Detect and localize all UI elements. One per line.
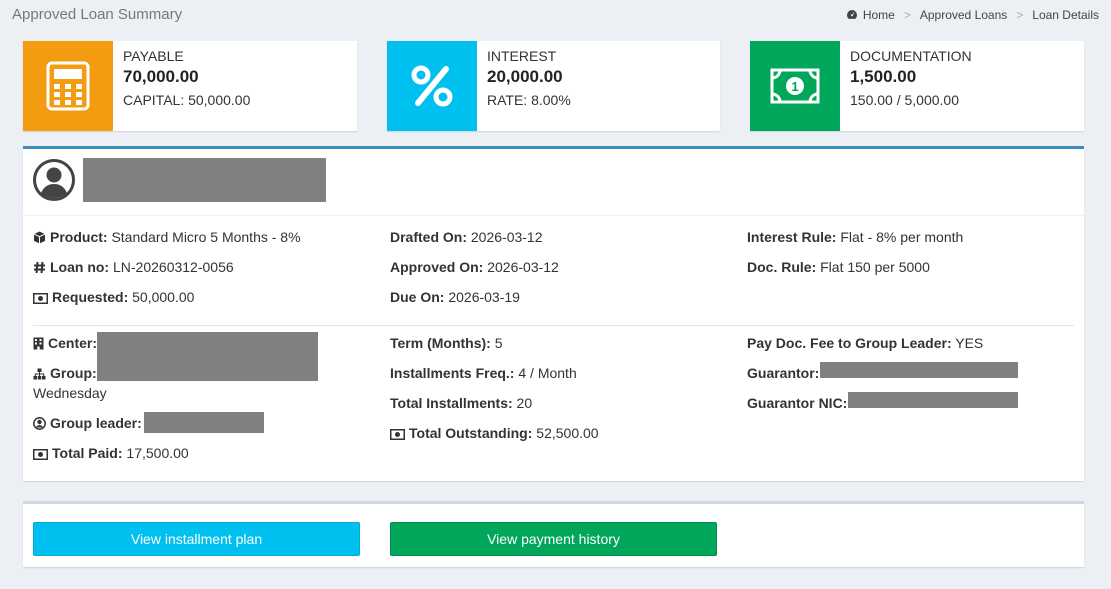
breadcrumb-separator: > <box>1016 8 1024 22</box>
building-icon <box>33 337 44 350</box>
pay-doc-fee-field: Pay Doc. Fee to Group Leader: YES <box>747 334 983 352</box>
doc-rule-value: Flat 150 per 5000 <box>820 259 930 275</box>
approved-label: Approved On: <box>390 259 484 275</box>
drafted-field: Drafted On: 2026-03-12 <box>390 228 543 246</box>
breadcrumb-home[interactable]: Home <box>846 8 895 22</box>
loan-no-label: Loan no: <box>50 259 110 275</box>
money-bill-icon: 1 <box>750 41 840 131</box>
interest-value: 20,000.00 <box>487 67 563 86</box>
group-leader-field: Group leader: <box>33 414 142 432</box>
interest-label: INTEREST <box>487 48 557 64</box>
due-field: Due On: 2026-03-19 <box>390 288 520 306</box>
total-installments-label: Total Installments: <box>390 395 513 411</box>
product-value: Standard Micro 5 Months - 8% <box>111 229 301 245</box>
interest-box: INTEREST 20,000.00 RATE: 8.00% <box>387 41 720 131</box>
group-field: Group: <box>33 364 97 382</box>
page-title: Approved Loan Summary <box>12 6 183 23</box>
guarantor-nic-redacted <box>848 392 1018 408</box>
sitemap-icon <box>33 368 46 380</box>
doc-rule-label: Doc. Rule: <box>747 259 817 275</box>
payable-label: PAYABLE <box>123 48 184 64</box>
loan-details-panel: Product: Standard Micro 5 Months - 8% Lo… <box>23 146 1084 481</box>
group-day: Wednesday <box>33 385 107 401</box>
money-bill-icon <box>390 429 405 440</box>
installments-freq-value: 4 / Month <box>518 365 577 381</box>
due-value: 2026-03-19 <box>448 289 520 305</box>
term-value: 5 <box>494 335 503 351</box>
documentation-label: DOCUMENTATION <box>850 48 972 64</box>
money-bill-icon <box>33 293 48 304</box>
interest-rule-field: Interest Rule: Flat - 8% per month <box>747 228 963 246</box>
total-outstanding-label: Total Outstanding: <box>409 425 533 441</box>
guarantor-field: Guarantor: <box>747 364 819 382</box>
requested-value: 50,000.00 <box>132 289 195 305</box>
total-paid-value: 17,500.00 <box>126 445 189 461</box>
documentation-box: 1 DOCUMENTATION 1,500.00 150.00 / 5,000.… <box>750 41 1084 131</box>
calculator-icon <box>23 41 113 131</box>
guarantor-nic-label: Guarantor NIC: <box>747 395 848 411</box>
interest-rule-value: Flat - 8% per month <box>840 229 964 245</box>
documentation-value: 1,500.00 <box>850 67 917 86</box>
installments-freq-label: Installments Freq.: <box>390 365 515 381</box>
view-installment-plan-button[interactable]: View installment plan <box>33 522 360 556</box>
documentation-ratio: 150.00 / 5,000.00 <box>850 92 959 108</box>
total-paid-field: Total Paid: 17,500.00 <box>33 444 189 462</box>
breadcrumb-current: Loan Details <box>1032 8 1099 22</box>
total-installments-field: Total Installments: 20 <box>390 394 532 412</box>
svg-text:1: 1 <box>791 79 798 94</box>
center-group-redacted <box>97 332 318 381</box>
pay-doc-fee-label: Pay Doc. Fee to Group Leader: <box>747 335 952 351</box>
requested-label: Requested: <box>52 289 129 305</box>
loan-no-field: Loan no: LN-20260312-0056 <box>33 258 234 276</box>
pay-doc-fee-value: YES <box>955 335 984 351</box>
product-label: Product: <box>50 229 108 245</box>
breadcrumb-home-label: Home <box>862 8 895 22</box>
payable-box: PAYABLE 70,000.00 CAPITAL: 50,000.00 <box>23 41 357 131</box>
hashtag-icon <box>34 261 45 274</box>
cube-icon <box>33 231 46 244</box>
payable-value: 70,000.00 <box>123 67 199 86</box>
breadcrumb-approved-loans[interactable]: Approved Loans <box>920 8 1007 22</box>
center-field: Center: <box>33 334 97 352</box>
borrower-name-redacted <box>83 158 326 202</box>
payable-capital: CAPITAL: 50,000.00 <box>123 92 251 108</box>
total-outstanding-field: Total Outstanding: 52,500.00 <box>390 424 599 442</box>
guarantor-redacted <box>820 362 1018 378</box>
term-label: Term (Months): <box>390 335 491 351</box>
guarantor-nic-field: Guarantor NIC: <box>747 394 847 412</box>
dashboard-icon <box>846 10 857 19</box>
drafted-value: 2026-03-12 <box>470 229 543 245</box>
center-label: Center: <box>48 335 98 351</box>
breadcrumb: Home > Approved Loans > Loan Details <box>846 8 1099 22</box>
breadcrumb-separator: > <box>903 8 911 22</box>
group-label: Group: <box>50 365 97 381</box>
interest-rate: RATE: 8.00% <box>487 92 571 108</box>
group-leader-redacted <box>144 412 264 433</box>
drafted-label: Drafted On: <box>390 229 467 245</box>
approved-field: Approved On: 2026-03-12 <box>390 258 559 276</box>
interest-rule-label: Interest Rule: <box>747 229 837 245</box>
actions-panel: View installment plan View payment histo… <box>23 501 1084 567</box>
installments-freq-field: Installments Freq.: 4 / Month <box>390 364 577 382</box>
group-leader-label: Group leader: <box>50 415 142 431</box>
total-paid-label: Total Paid: <box>52 445 123 461</box>
total-outstanding-value: 52,500.00 <box>536 425 599 441</box>
user-circle-icon <box>33 417 46 430</box>
money-bill-icon <box>33 449 48 460</box>
product-field: Product: Standard Micro 5 Months - 8% <box>33 228 301 246</box>
due-label: Due On: <box>390 289 445 305</box>
user-circle-icon <box>33 159 75 201</box>
doc-rule-field: Doc. Rule: Flat 150 per 5000 <box>747 258 930 276</box>
divider <box>33 325 1074 326</box>
view-payment-history-button[interactable]: View payment history <box>390 522 717 556</box>
divider <box>23 215 1084 216</box>
term-field: Term (Months): 5 <box>390 334 503 352</box>
loan-no-value: LN-20260312-0056 <box>113 259 234 275</box>
total-installments-value: 20 <box>516 395 533 411</box>
guarantor-label: Guarantor: <box>747 365 820 381</box>
requested-field: Requested: 50,000.00 <box>33 288 194 306</box>
approved-value: 2026-03-12 <box>487 259 559 275</box>
percent-icon <box>387 41 477 131</box>
